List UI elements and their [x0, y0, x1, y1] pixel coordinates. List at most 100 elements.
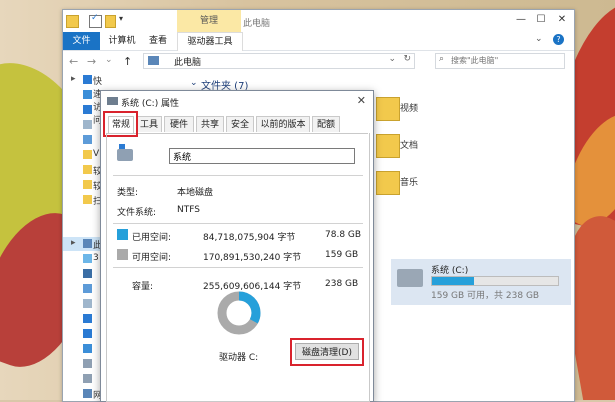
used-space-swatch [117, 229, 128, 240]
tab-computer[interactable]: 计算机 [103, 32, 141, 50]
drive-usage-bar [431, 276, 559, 286]
sidebar-item[interactable] [63, 118, 101, 132]
dialog-title: 系统 (C:) 属性 [121, 99, 180, 109]
picture-icon [83, 135, 92, 144]
video-icon [83, 269, 92, 278]
close-button[interactable]: ✕ [554, 13, 570, 27]
tab-drive-tools[interactable]: 驱动器工具 [177, 32, 243, 51]
drive-free-text: 159 GB 可用，共 238 GB [431, 291, 540, 301]
type-value: 本地磁盘 [177, 188, 214, 198]
folder-icon [83, 180, 92, 189]
sidebar-item[interactable] [63, 342, 101, 356]
expand-chevron-icon[interactable]: ▸ [71, 74, 76, 84]
folder-label: 文档 [400, 141, 419, 151]
sidebar-item-this-pc[interactable]: ▸ 此 [63, 237, 102, 251]
free-space-gb: 159 GB [325, 250, 359, 260]
help-icon[interactable]: ? [553, 34, 564, 45]
sidebar-item[interactable]: 3 [63, 252, 101, 266]
tab-file[interactable]: 文件 [63, 32, 100, 50]
dialog-close-button[interactable]: ✕ [357, 94, 366, 107]
dialog-tabs: 常规 工具 硬件 共享 安全 以前的版本 配额 [106, 116, 368, 134]
desktop-icon [83, 344, 92, 353]
sidebar-item[interactable] [63, 103, 101, 117]
folder-icon [83, 195, 92, 204]
tab-quota[interactable]: 配额 [312, 116, 340, 132]
context-tab-manage[interactable]: 管理 [177, 10, 241, 32]
drive-icon [397, 269, 423, 287]
search-input[interactable] [451, 54, 559, 66]
sidebar-item[interactable] [63, 327, 101, 341]
folder-icon[interactable] [66, 15, 79, 28]
drive-icon [83, 374, 92, 383]
music-folder-icon [376, 171, 400, 195]
sidebar-item[interactable] [63, 357, 101, 371]
sidebar-item-label: V [93, 149, 100, 159]
customize-toolbar-icon[interactable]: ▾ [119, 14, 130, 25]
back-arrow-icon[interactable]: ← [69, 55, 78, 68]
minimize-button[interactable]: — [513, 13, 529, 27]
maximize-button[interactable]: ☐ [533, 13, 549, 27]
sidebar-item-quick-access[interactable]: ▸ 快速访问 [63, 73, 102, 126]
folder-icon [83, 150, 92, 159]
tab-hardware[interactable]: 硬件 [164, 116, 194, 132]
folder-item-music[interactable]: 音乐 [376, 171, 436, 205]
tab-previous-versions[interactable]: 以前的版本 [256, 116, 310, 132]
used-space-gb: 78.8 GB [325, 230, 362, 240]
tab-security[interactable]: 安全 [226, 116, 254, 132]
sidebar-item[interactable]: 扫 [63, 193, 102, 207]
drive-item-c[interactable]: 系统 (C:) 159 GB 可用，共 238 GB [391, 259, 571, 305]
tab-sharing[interactable]: 共享 [196, 116, 224, 132]
file-system-label: 文件系统: [117, 208, 157, 218]
type-label: 类型: [117, 188, 139, 198]
recent-locations-icon[interactable]: ⌄ [105, 55, 113, 65]
folder-item-videos[interactable]: 视频 [376, 97, 436, 131]
address-text: 此电脑 [174, 58, 202, 68]
free-space-bytes: 170,891,530,240 字节 [203, 253, 302, 263]
drive-c-label: 驱动器 C: [219, 353, 259, 363]
tab-view[interactable]: 查看 [143, 32, 173, 50]
tab-tools[interactable]: 工具 [136, 116, 162, 132]
sidebar-item[interactable]: 网 [63, 387, 102, 401]
video-folder-icon [376, 97, 400, 121]
folder-label: 音乐 [400, 178, 419, 188]
folder-item-documents[interactable]: 文档 [376, 134, 436, 168]
sidebar-item[interactable] [63, 312, 101, 326]
sidebar-item[interactable]: 较 [63, 178, 102, 192]
search-box[interactable]: ⌕ [435, 53, 565, 69]
network-icon [83, 389, 92, 398]
forward-arrow-icon[interactable]: → [87, 55, 96, 68]
sidebar-item[interactable]: 较 [63, 163, 102, 177]
drive-name: 系统 (C:) [431, 266, 469, 276]
music-icon [83, 329, 92, 338]
dialog-title-bar: 系统 (C:) 属性 ✕ [101, 91, 373, 113]
chevron-down-icon[interactable]: ⌄ [190, 78, 198, 88]
navigation-bar: ← → ⌄ ↑ 此电脑 ⌄ ↻ ⌕ [63, 51, 574, 71]
sidebar-item[interactable] [63, 133, 101, 147]
properties-check-icon[interactable] [89, 13, 102, 28]
expand-ribbon-icon[interactable]: ⌄ [535, 34, 543, 44]
document-icon [83, 299, 92, 308]
divider [113, 175, 363, 176]
sidebar-item[interactable] [63, 282, 101, 296]
document-folder-icon [376, 134, 400, 158]
sidebar-item[interactable]: V [63, 148, 101, 162]
download-icon [83, 314, 92, 323]
document-icon [83, 120, 92, 129]
refresh-icon[interactable]: ↻ [403, 54, 411, 64]
general-tab-panel: 类型: 本地磁盘 文件系统: NTFS 已用空间: 84,718,075,904… [106, 133, 370, 402]
new-folder-icon[interactable] [105, 15, 116, 28]
sidebar-item[interactable] [63, 267, 101, 281]
sidebar-item[interactable] [63, 372, 101, 386]
drive-usage-fill [432, 277, 474, 285]
address-bar[interactable]: 此电脑 ⌄ ↻ [143, 53, 415, 69]
address-dropdown-icon[interactable]: ⌄ [388, 54, 396, 64]
drive-icon [117, 144, 133, 161]
drive-name-field[interactable] [169, 148, 355, 164]
sidebar-item[interactable] [63, 297, 101, 311]
up-arrow-icon[interactable]: ↑ [123, 55, 132, 68]
ribbon-tabs: 文件 计算机 查看 驱动器工具 ⌄ ? [63, 32, 574, 51]
this-pc-icon [148, 56, 159, 65]
sidebar-item[interactable] [63, 88, 101, 102]
used-space-bytes: 84,718,075,904 字节 [203, 233, 296, 243]
expand-chevron-icon[interactable]: ▸ [71, 238, 76, 248]
